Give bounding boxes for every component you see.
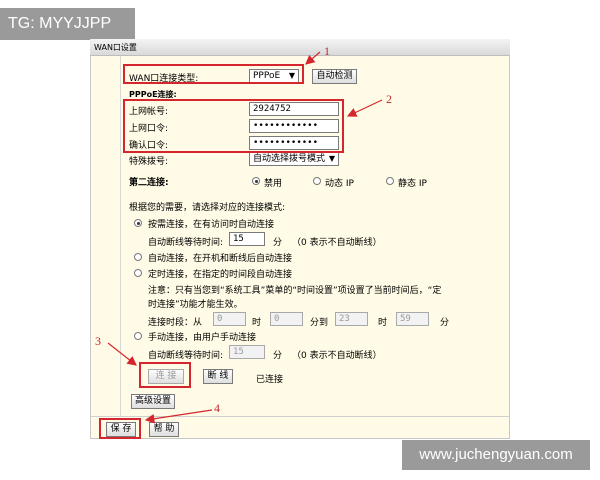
annotation-number-4: 4 [214, 401, 220, 415]
annotation-arrow-1 [305, 51, 321, 65]
annotation-number-3: 3 [95, 334, 101, 348]
annotation-number-1: 1 [324, 44, 330, 58]
annotation-arrow-3 [107, 342, 137, 366]
annotation-arrow-4 [144, 409, 213, 424]
annotation-arrows [107, 51, 383, 424]
annotation-number-2: 2 [386, 92, 392, 106]
annotation-arrow-2 [346, 99, 383, 117]
